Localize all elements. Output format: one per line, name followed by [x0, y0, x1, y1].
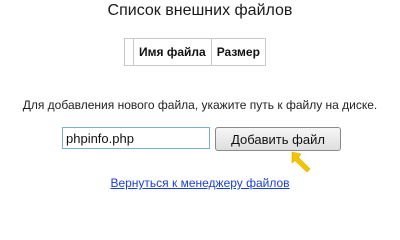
column-header-filename[interactable]: Имя файла [133, 38, 212, 66]
page-title: Список внешних файлов [107, 2, 293, 19]
upload-hint: Для добавления нового файла, укажите пут… [22, 98, 378, 112]
cursor-arrow-icon [291, 151, 311, 173]
back-link-container: Вернуться к менеджеру файлов [0, 175, 400, 191]
column-header-size[interactable]: Размер [210, 38, 266, 66]
back-to-file-manager-link[interactable]: Вернуться к менеджеру файлов [110, 176, 289, 190]
files-table: Имя файла Размер [124, 38, 266, 66]
add-file-button[interactable]: Добавить файл [215, 127, 341, 151]
page: Список внешних файлов Имя файла Размер Д… [0, 0, 400, 200]
table-header-row: Имя файла Размер [124, 38, 266, 66]
column-header-select [124, 38, 134, 66]
file-path-input[interactable] [62, 127, 210, 149]
